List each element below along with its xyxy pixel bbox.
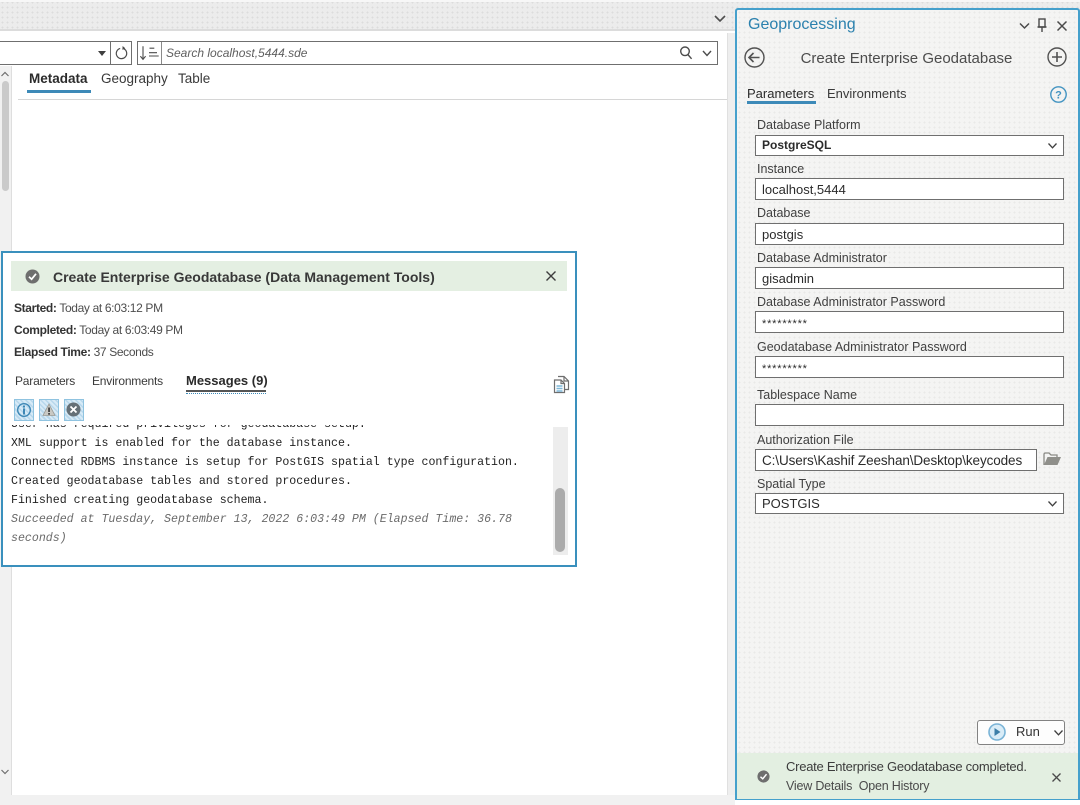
- svg-text:?: ?: [1055, 89, 1062, 101]
